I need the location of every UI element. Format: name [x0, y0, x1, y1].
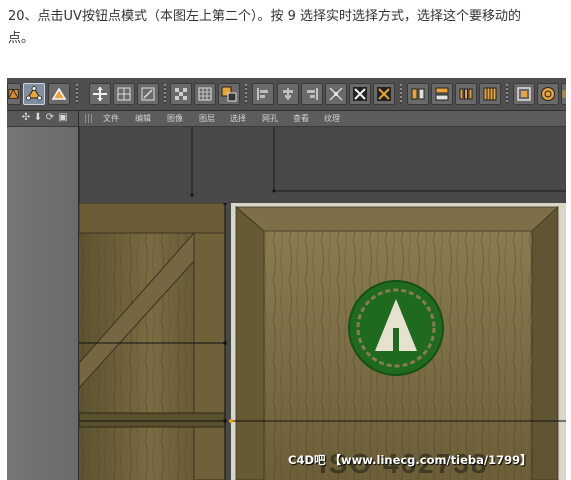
uv-point-mode-icon[interactable] — [23, 83, 45, 105]
panel-window-icon[interactable]: ▣ — [58, 113, 68, 123]
left-panel-header: ✣ ⬇ ⟳ ▣ — [7, 111, 78, 127]
menu-grip-icon — [85, 114, 93, 123]
menu-item-view[interactable]: 查看 — [293, 112, 309, 125]
watermark-text: C4D吧 【www.linecg.com/tieba/1799】 — [288, 453, 532, 467]
uv-polygon-mode-icon[interactable] — [7, 83, 21, 105]
uv-toolbar — [7, 78, 566, 111]
caption-line-1: 20、点击UV按钮点模式（本图左上第二个）。按 9 选择实时选择方式，选择这个要… — [8, 9, 521, 24]
fit-to-canvas-icon[interactable] — [513, 83, 535, 105]
menu-item-texture[interactable]: 纹理 — [324, 112, 340, 125]
relax-uv-icon[interactable] — [325, 83, 347, 105]
menu-item-select[interactable]: 选择 — [230, 112, 246, 125]
move-arrows-icon[interactable]: ✣ — [21, 113, 31, 123]
sphere-projection-icon[interactable] — [537, 83, 559, 105]
uv-menu-bar: 文件 编辑 图像 图层 选择 网孔 查看 纹理 — [79, 111, 566, 127]
texture-preview-icon[interactable] — [561, 83, 566, 105]
menu-item-mesh[interactable]: 网孔 — [262, 112, 278, 125]
cinema4d-bodypaint-window: ✣ ⬇ ⟳ ▣ 文件 编辑 图像 图层 选择 网孔 查看 纹理 ISO 4627… — [7, 78, 566, 480]
menu-item-file[interactable]: 文件 — [103, 112, 119, 125]
align-left-icon[interactable] — [252, 83, 274, 105]
refresh-icon[interactable]: ⟳ — [45, 113, 55, 123]
y-mirror-icon[interactable] — [373, 83, 395, 105]
checker-icon[interactable] — [170, 83, 192, 105]
rotate-cw-icon[interactable] — [479, 83, 501, 105]
flip-h-icon[interactable] — [407, 83, 429, 105]
uv-mesh-icon[interactable] — [194, 83, 216, 105]
uv-edge-mode-icon[interactable] — [48, 83, 70, 105]
menu-item-edit[interactable]: 编辑 — [135, 112, 151, 125]
x-mirror-icon[interactable] — [349, 83, 371, 105]
flip-v-icon[interactable] — [431, 83, 453, 105]
menu-item-image[interactable]: 图像 — [167, 112, 183, 125]
left-panel-content — [7, 127, 78, 480]
uv-mesh-lines — [79, 127, 566, 203]
selected-uv-point[interactable] — [229, 419, 233, 423]
tutorial-caption: 20、点击UV按钮点模式（本图左上第二个）。按 9 选择实时选择方式，选择这个要… — [8, 6, 564, 50]
uv-texture-viewport[interactable]: ISO 462738 — [79, 127, 566, 480]
left-panel: ✣ ⬇ ⟳ ▣ — [7, 111, 79, 480]
uv-transform-icon[interactable] — [137, 83, 159, 105]
caption-line-2: 点。 — [8, 31, 35, 46]
menu-item-layer[interactable]: 图层 — [199, 112, 215, 125]
uv-grid-icon[interactable] — [113, 83, 135, 105]
move-tool-icon[interactable] — [89, 83, 111, 105]
rotate-ccw-icon[interactable] — [455, 83, 477, 105]
uv-tile-icon[interactable] — [218, 83, 240, 105]
align-center-icon[interactable] — [277, 83, 299, 105]
crate-texture-image: ISO 462738 — [79, 203, 566, 480]
align-right-icon[interactable] — [301, 83, 323, 105]
arrow-down-icon[interactable]: ⬇ — [33, 113, 43, 123]
